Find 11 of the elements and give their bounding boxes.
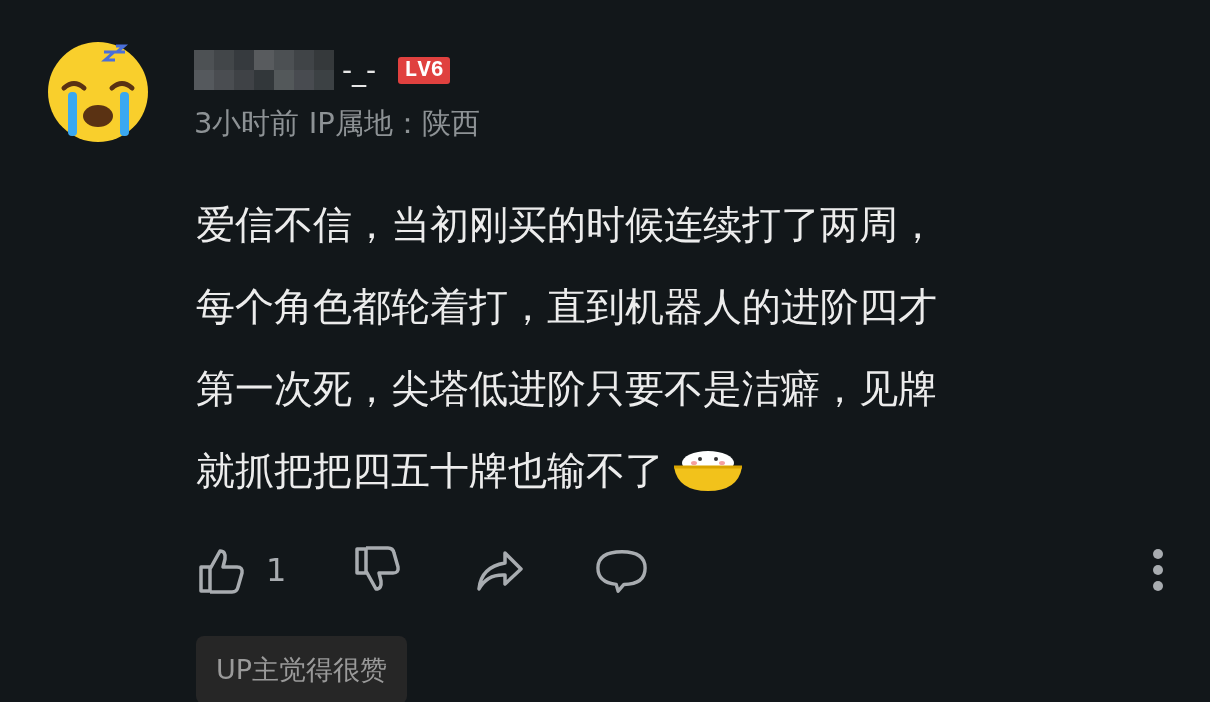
like-button[interactable]: 1: [196, 545, 287, 595]
up-liked-tag: UP主觉得很赞: [196, 636, 408, 702]
comment-text: 每个角色都轮着打，直到机器人的进阶四才: [196, 283, 937, 331]
more-options-icon[interactable]: [1152, 548, 1164, 592]
username[interactable]: -_-: [342, 53, 377, 87]
level-badge: LV6: [398, 56, 450, 84]
comment-text: 第一次死，尖塔低进阶只要不是洁癖，见牌: [196, 365, 937, 413]
comment-text: 就抓把把四五十牌也输不了: [196, 447, 664, 495]
comment-meta: 3小时前 IP属地：陕西: [194, 105, 480, 142]
bowl-emoji-icon: [672, 449, 744, 493]
comment-text: 爱信不信，当初刚买的时候连续打了两周，: [196, 201, 937, 249]
